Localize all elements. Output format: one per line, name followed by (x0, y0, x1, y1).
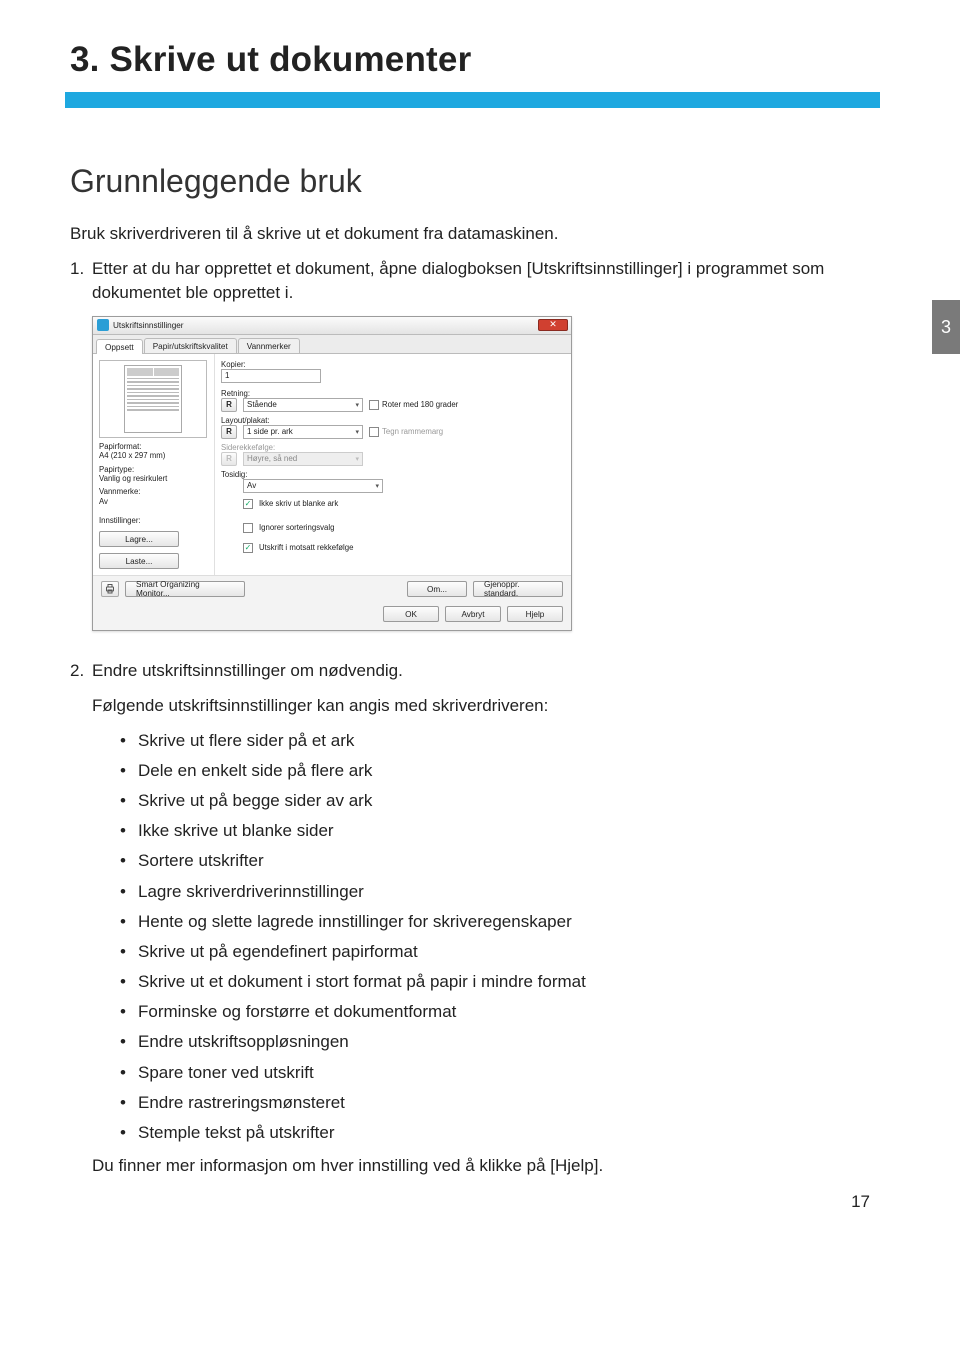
list-item: Skrive ut på begge sider av ark (120, 787, 870, 814)
list-item: Skrive ut et dokument i stort format på … (120, 968, 870, 995)
tosidig-select[interactable]: Av (243, 479, 383, 493)
page-preview (99, 360, 207, 438)
gjenoppr-button[interactable]: Gjenoppr. standard. (473, 581, 563, 597)
retning-label: Retning: (221, 389, 563, 398)
siderekke-label: Siderekkefølge: (221, 443, 563, 452)
dialog-footer: Smart Organizing Monitor... Om... Gjenop… (93, 575, 571, 602)
step-2-number: 2. (70, 659, 84, 684)
laste-button[interactable]: Laste... (99, 553, 179, 569)
list-item: Sortere utskrifter (120, 847, 870, 874)
smart-organizing-button[interactable]: Smart Organizing Monitor... (125, 581, 245, 597)
vannmerke-value: Av (99, 497, 208, 506)
printer-icon (101, 581, 119, 597)
rotate-ccw-button[interactable]: R (221, 398, 237, 412)
retning-select[interactable]: Stående (243, 398, 363, 412)
intro-paragraph: Bruk skriverdriveren til å skrive ut et … (70, 222, 870, 247)
print-settings-dialog: Utskriftsinnstillinger ✕ Oppsett Papir/u… (92, 316, 572, 631)
step-1-text: Etter at du har opprettet et dokument, å… (92, 259, 824, 303)
tegn-ramme-label: Tegn rammemarg (382, 427, 443, 436)
list-item: Ikke skrive ut blanke sider (120, 817, 870, 844)
papirtype-label: Papirtype: (99, 465, 208, 474)
list-item: Endre utskriftsoppløsningen (120, 1028, 870, 1055)
tab-oppsett[interactable]: Oppsett (96, 339, 143, 354)
hjelp-button[interactable]: Hjelp (507, 606, 563, 622)
dialog-ok-row: OK Avbryt Hjelp (93, 602, 571, 630)
roter-180-checkbox[interactable] (369, 400, 379, 410)
step-2-text: Endre utskriftsinnstillinger om nødvendi… (92, 661, 403, 680)
list-item: Dele en enkelt side på flere ark (120, 757, 870, 784)
page-number: 17 (851, 1192, 870, 1212)
innstillinger-label: Innstillinger: (99, 516, 208, 525)
app-icon (97, 319, 109, 331)
ikke-blanke-label: Ikke skriv ut blanke ark (259, 499, 338, 508)
ignorer-checkbox[interactable] (243, 523, 253, 533)
dialog-left-column: Papirformat: A4 (210 x 297 mm) Papirtype… (93, 354, 215, 575)
dialog-titlebar: Utskriftsinnstillinger ✕ (93, 317, 571, 335)
list-item: Skrive ut flere sider på et ark (120, 727, 870, 754)
vannmerke-label: Vannmerke: (99, 487, 208, 496)
tab-vannmerker[interactable]: Vannmerker (238, 338, 300, 353)
settings-list: Skrive ut flere sider på et ark Dele en … (120, 727, 870, 1147)
kopier-label: Kopier: (221, 360, 563, 369)
list-item: Stemple tekst på utskrifter (120, 1119, 870, 1146)
list-item: Spare toner ved utskrift (120, 1059, 870, 1086)
kopier-input[interactable]: 1 (221, 369, 321, 383)
chapter-side-tab: 3 (932, 300, 960, 354)
ignorer-label: Ignorer sorteringsvalg (259, 523, 334, 532)
step-2-sub: Følgende utskriftsinnstillinger kan angi… (92, 694, 870, 719)
motsatt-checkbox[interactable]: ✓ (243, 543, 253, 553)
list-item: Lagre skriverdriverinnstillinger (120, 878, 870, 905)
tosidig-label: Tosidig: (221, 470, 563, 479)
avbryt-button[interactable]: Avbryt (445, 606, 501, 622)
list-item: Forminske og forstørre et dokumentformat (120, 998, 870, 1025)
print-settings-dialog-figure: Utskriftsinnstillinger ✕ Oppsett Papir/u… (92, 316, 870, 631)
papirtype-value: Vanlig og resirkulert (99, 474, 208, 483)
motsatt-label: Utskrift i motsatt rekkefølge (259, 543, 353, 552)
chapter-accent-bar (65, 92, 880, 108)
step-1-number: 1. (70, 257, 84, 282)
list-item: Endre rastreringsmønsteret (120, 1089, 870, 1116)
om-button[interactable]: Om... (407, 581, 467, 597)
layout-select[interactable]: 1 side pr. ark (243, 425, 363, 439)
papirformat-value: A4 (210 x 297 mm) (99, 451, 208, 460)
list-item: Skrive ut på egendefinert papirformat (120, 938, 870, 965)
papirformat-label: Papirformat: (99, 442, 208, 451)
close-icon: ✕ (549, 320, 557, 329)
layout-label: Layout/plakat: (221, 416, 563, 425)
siderekke-reset-button: R (221, 452, 237, 466)
tab-papir[interactable]: Papir/utskriftskvalitet (144, 338, 237, 353)
step-1: 1. Etter at du har opprettet et dokument… (70, 257, 870, 306)
closing-paragraph: Du finner mer informasjon om hver innsti… (92, 1154, 870, 1179)
ok-button[interactable]: OK (383, 606, 439, 622)
lagre-button[interactable]: Lagre... (99, 531, 179, 547)
chapter-title: 3. Skrive ut dokumenter (70, 40, 870, 80)
dialog-tabs: Oppsett Papir/utskriftskvalitet Vannmerk… (93, 335, 571, 354)
list-item: Hente og slette lagrede innstillinger fo… (120, 908, 870, 935)
roter-180-label: Roter med 180 grader (382, 400, 458, 409)
section-title: Grunnleggende bruk (70, 163, 870, 200)
step-2: 2. Endre utskriftsinnstillinger om nødve… (70, 659, 870, 684)
dialog-title: Utskriftsinnstillinger (113, 321, 184, 330)
ikke-blanke-checkbox[interactable]: ✓ (243, 499, 253, 509)
siderekke-select: Høyre, så ned (243, 452, 363, 466)
close-button[interactable]: ✕ (538, 319, 568, 331)
dialog-right-column: Kopier: 1 Retning: R Stående Roter med 1… (215, 354, 571, 575)
tegn-ramme-checkbox[interactable] (369, 427, 379, 437)
layout-reset-button[interactable]: R (221, 425, 237, 439)
